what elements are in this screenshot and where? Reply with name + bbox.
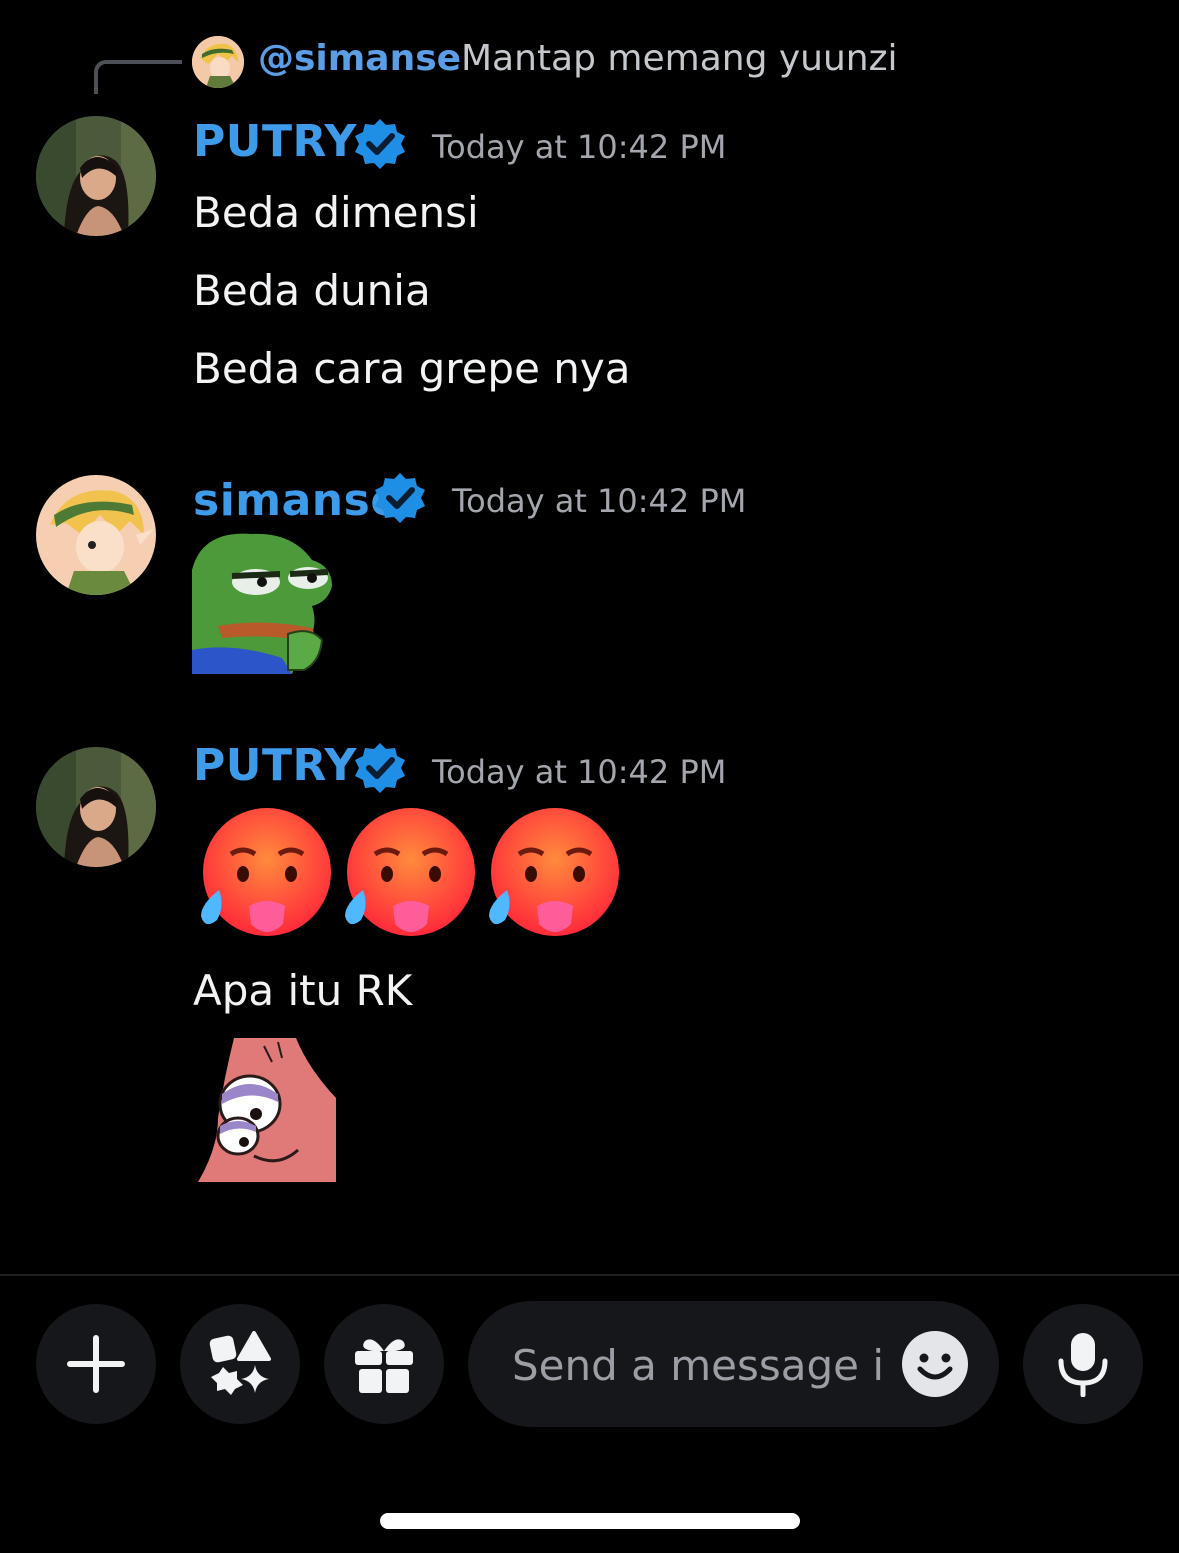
verified-badge-icon bbox=[375, 473, 425, 523]
hot-face-emoji[interactable] bbox=[485, 806, 623, 944]
gift-button[interactable] bbox=[324, 1304, 444, 1424]
microphone-icon bbox=[1058, 1333, 1108, 1397]
avatar-putry[interactable] bbox=[36, 747, 156, 867]
plus-icon bbox=[67, 1335, 125, 1393]
message-timestamp: Today at 10:42 PM bbox=[432, 753, 727, 791]
message-timestamp: Today at 10:42 PM bbox=[452, 482, 747, 520]
message-username[interactable]: simanse bbox=[193, 475, 401, 526]
message-username[interactable]: PUTRY bbox=[193, 116, 357, 167]
pepe-frog-sticker[interactable] bbox=[192, 530, 334, 674]
verified-badge-icon bbox=[355, 743, 405, 793]
message-text[interactable]: Beda cara grepe nya bbox=[193, 344, 631, 393]
message-input[interactable] bbox=[510, 1331, 889, 1399]
avatar-putry[interactable] bbox=[36, 116, 156, 236]
avatar-simanse[interactable] bbox=[36, 475, 156, 595]
composer-divider bbox=[0, 1274, 1179, 1276]
reply-username[interactable]: @simanse bbox=[258, 38, 461, 79]
message-username[interactable]: PUTRY bbox=[193, 740, 357, 791]
add-attachment-button[interactable] bbox=[36, 1304, 156, 1424]
message-timestamp: Today at 10:42 PM bbox=[432, 128, 727, 166]
message-text[interactable]: Beda dunia bbox=[193, 266, 431, 315]
message-composer[interactable] bbox=[468, 1301, 999, 1427]
message-text[interactable]: Apa itu RK bbox=[193, 966, 412, 1015]
home-indicator[interactable] bbox=[380, 1513, 800, 1529]
patrick-star-sticker[interactable] bbox=[198, 1038, 336, 1182]
message-text[interactable]: Beda dimensi bbox=[193, 188, 479, 237]
voice-message-button[interactable] bbox=[1023, 1304, 1143, 1424]
gift-icon bbox=[355, 1339, 413, 1393]
hot-face-emoji[interactable] bbox=[341, 806, 479, 944]
apps-button[interactable] bbox=[180, 1304, 300, 1424]
reply-avatar[interactable] bbox=[192, 36, 244, 88]
hot-face-emoji[interactable] bbox=[197, 806, 335, 944]
emoji-picker-icon[interactable] bbox=[902, 1331, 968, 1397]
reply-text[interactable]: Mantap memang yuunzi bbox=[461, 38, 898, 79]
reply-connector bbox=[94, 60, 182, 94]
verified-badge-icon bbox=[355, 119, 405, 169]
apps-icon bbox=[209, 1331, 271, 1395]
